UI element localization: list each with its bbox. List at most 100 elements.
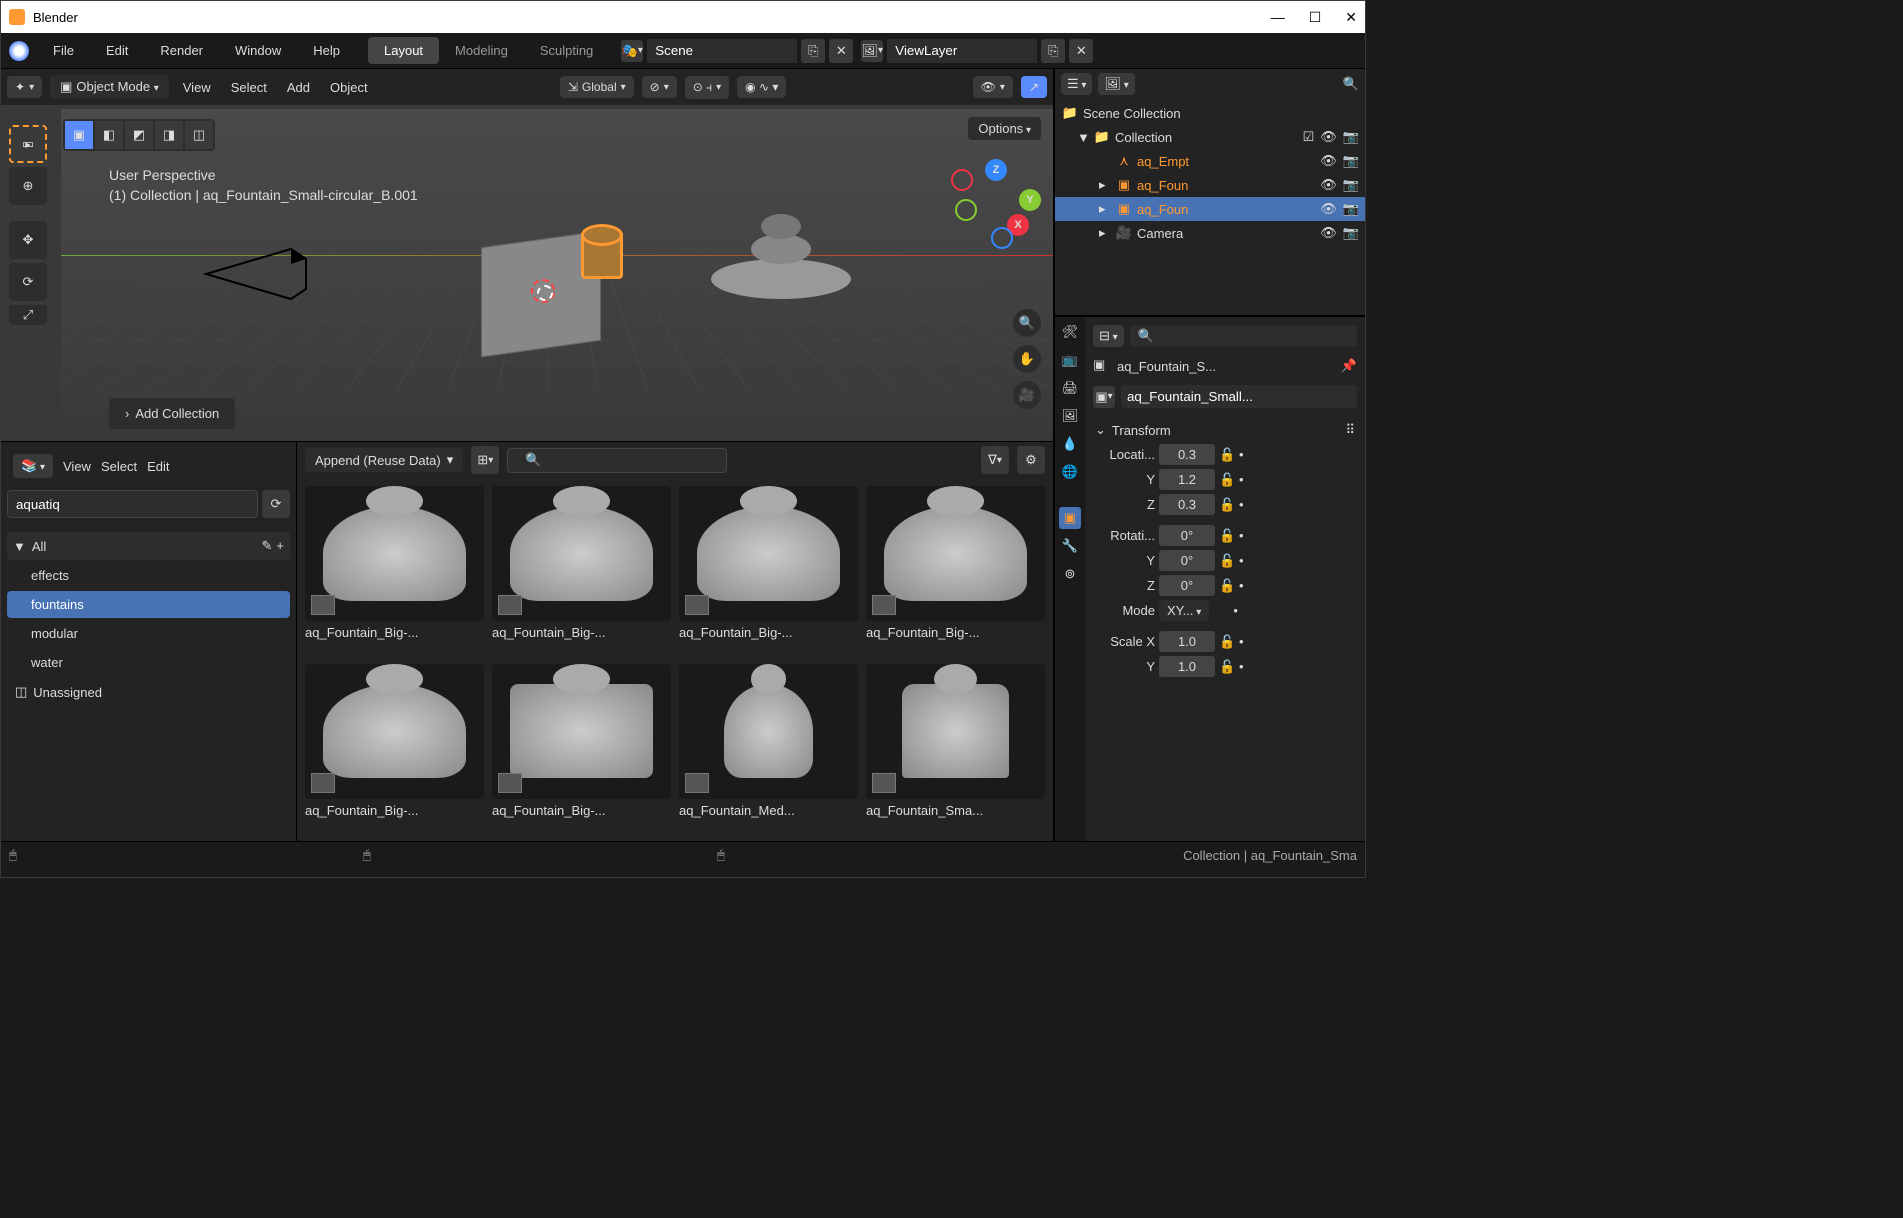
pan-button[interactable]: ✋ xyxy=(1013,345,1041,373)
snap-toggle[interactable]: ⊙ ⫞ xyxy=(685,76,729,99)
axis-neg-z[interactable] xyxy=(991,227,1013,249)
import-method-select[interactable]: Append (Reuse Data)▾ xyxy=(305,448,463,472)
menu-window[interactable]: Window xyxy=(227,39,289,62)
scene-name-input[interactable] xyxy=(647,39,797,63)
pivot-select[interactable]: ⊘ xyxy=(642,76,677,98)
camera-icon[interactable]: 📷 xyxy=(1343,177,1359,193)
lock-icon[interactable]: 🔓 xyxy=(1219,528,1235,544)
workspace-tab-modeling[interactable]: Modeling xyxy=(439,37,524,64)
animate-dot[interactable]: • xyxy=(1239,497,1247,512)
select-mode-2-icon[interactable]: ◧ xyxy=(95,121,123,149)
viewport-menu-object[interactable]: Object xyxy=(324,76,374,99)
lock-icon[interactable]: 🔓 xyxy=(1219,472,1235,488)
scene-browse-icon[interactable]: 🎭 xyxy=(621,40,643,62)
animate-dot[interactable]: • xyxy=(1239,659,1247,674)
lock-icon[interactable]: 🔓 xyxy=(1219,634,1235,650)
asset-item[interactable]: aq_Fountain_Big-... xyxy=(866,486,1045,656)
props-tab-viewlayer-icon[interactable]: 🖼 xyxy=(1059,405,1081,427)
zoom-button[interactable]: 🔍 xyxy=(1013,309,1041,337)
select-mode-4-icon[interactable]: ◨ xyxy=(155,121,183,149)
viewlayer-delete-button[interactable]: ✕ xyxy=(1069,39,1093,63)
axis-y[interactable]: Y xyxy=(1019,189,1041,211)
category-effects[interactable]: effects xyxy=(7,562,290,589)
maximize-button[interactable]: ☐ xyxy=(1309,9,1322,26)
nav-gizmo[interactable]: Z Y X xyxy=(951,159,1041,249)
select-mode-5-icon[interactable]: ◫ xyxy=(185,121,213,149)
outliner-item-selected[interactable]: ▸ ▣ aq_Foun 👁📷 xyxy=(1055,197,1365,221)
outliner-item[interactable]: ▸ ▣ aq_Foun 👁📷 xyxy=(1055,173,1365,197)
animate-dot[interactable]: • xyxy=(1239,528,1247,543)
scale-x-input[interactable]: 1.0 xyxy=(1159,631,1215,652)
mode-select[interactable]: ▣Object Mode xyxy=(50,75,169,99)
display-mode-icon[interactable]: ⊞ xyxy=(471,446,499,474)
select-mode-3-icon[interactable]: ◩ xyxy=(125,121,153,149)
menu-edit[interactable]: Edit xyxy=(98,39,136,62)
asset-menu-select[interactable]: Select xyxy=(101,459,137,474)
eye-icon[interactable]: 👁 xyxy=(1320,201,1337,217)
axis-z[interactable]: Z xyxy=(985,159,1007,181)
asset-item[interactable]: aq_Fountain_Big-... xyxy=(679,486,858,656)
props-editor-type-icon[interactable]: ⊟ xyxy=(1093,325,1124,347)
settings-button[interactable]: ⚙ xyxy=(1017,446,1045,474)
animate-dot[interactable]: • xyxy=(1239,578,1247,593)
move-tool[interactable]: ✥ xyxy=(9,221,47,259)
lock-icon[interactable]: 🔓 xyxy=(1219,497,1235,513)
category-unassigned[interactable]: ◫ Unassigned xyxy=(7,678,290,706)
scene-new-button[interactable]: ⎘ xyxy=(801,39,825,63)
props-tab-output-icon[interactable]: 🖨 xyxy=(1059,377,1081,399)
viewport-menu-view[interactable]: View xyxy=(177,76,217,99)
orientation-select[interactable]: ⇲ Global xyxy=(560,76,634,98)
object-name-input[interactable] xyxy=(1121,385,1357,408)
props-tab-object-icon[interactable]: ▣ xyxy=(1059,507,1081,529)
eye-icon[interactable]: 👁 xyxy=(1320,153,1337,169)
menu-render[interactable]: Render xyxy=(152,39,211,62)
panel-menu-icon[interactable]: ⠿ xyxy=(1345,422,1355,438)
fountain-object[interactable] xyxy=(701,179,861,299)
viewport-options-button[interactable]: Options xyxy=(968,117,1041,140)
scale-tool[interactable]: ⤢ xyxy=(9,305,47,325)
select-mode-box-icon[interactable]: ▣ xyxy=(65,121,93,149)
select-tool[interactable]: ▭▸ xyxy=(9,125,47,163)
camera-icon[interactable]: 📷 xyxy=(1343,225,1359,241)
location-y-input[interactable]: 1.2 xyxy=(1159,469,1215,490)
menu-file[interactable]: File xyxy=(45,39,82,62)
location-x-input[interactable]: 0.3 xyxy=(1159,444,1215,465)
rotation-z-input[interactable]: 0° xyxy=(1159,575,1215,596)
expand-icon[interactable]: ▸ xyxy=(1099,177,1111,193)
outliner-item[interactable]: ⋏ aq_Empt 👁📷 xyxy=(1055,149,1365,173)
props-tab-physics-icon[interactable]: ⊚ xyxy=(1059,563,1081,585)
animate-dot[interactable]: • xyxy=(1239,447,1247,462)
category-water[interactable]: water xyxy=(7,649,290,676)
camera-icon[interactable]: 📷 xyxy=(1343,153,1359,169)
proportional-edit-toggle[interactable]: ◉ ∿ ▾ xyxy=(737,76,786,98)
add-collection-button[interactable]: ›Add Collection xyxy=(109,398,235,429)
search-icon[interactable]: 🔍 xyxy=(1130,325,1357,347)
category-modular[interactable]: modular xyxy=(7,620,290,647)
viewport-menu-add[interactable]: Add xyxy=(281,76,316,99)
asset-item[interactable]: aq_Fountain_Sma... xyxy=(866,664,1045,834)
eye-icon[interactable]: 👁 xyxy=(1320,129,1337,145)
category-all[interactable]: ▼ All ✎ + xyxy=(7,532,290,560)
viewlayer-new-button[interactable]: ⎘ xyxy=(1041,39,1065,63)
rotate-tool[interactable]: ⟳ xyxy=(9,263,47,301)
viewlayer-name-input[interactable] xyxy=(887,39,1037,63)
camera-view-button[interactable]: 🎥 xyxy=(1013,381,1041,409)
outliner-item[interactable]: ▸ 🎥 Camera 👁📷 xyxy=(1055,221,1365,245)
asset-item[interactable]: aq_Fountain_Big-... xyxy=(305,486,484,656)
props-tab-scene-icon[interactable]: 💧 xyxy=(1059,433,1081,455)
editor-type-button[interactable]: ✦ xyxy=(7,76,42,98)
outliner-display-mode-icon[interactable]: 🖼 xyxy=(1098,73,1134,95)
props-tab-render-icon[interactable]: 📺 xyxy=(1059,349,1081,371)
scene-delete-button[interactable]: ✕ xyxy=(829,39,853,63)
camera-object[interactable] xyxy=(201,239,311,309)
asset-search-input[interactable] xyxy=(507,448,727,473)
visibility-toggle[interactable]: 👁 xyxy=(973,76,1013,98)
expand-icon[interactable]: ▸ xyxy=(1099,201,1111,217)
animate-dot[interactable]: • xyxy=(1239,634,1247,649)
library-select[interactable] xyxy=(7,490,258,518)
workspace-tab-layout[interactable]: Layout xyxy=(368,37,439,64)
location-z-input[interactable]: 0.3 xyxy=(1159,494,1215,515)
category-edit-icon[interactable]: ✎ xyxy=(262,538,273,554)
category-add-icon[interactable]: + xyxy=(276,538,284,554)
asset-item[interactable]: aq_Fountain_Big-... xyxy=(492,486,671,656)
